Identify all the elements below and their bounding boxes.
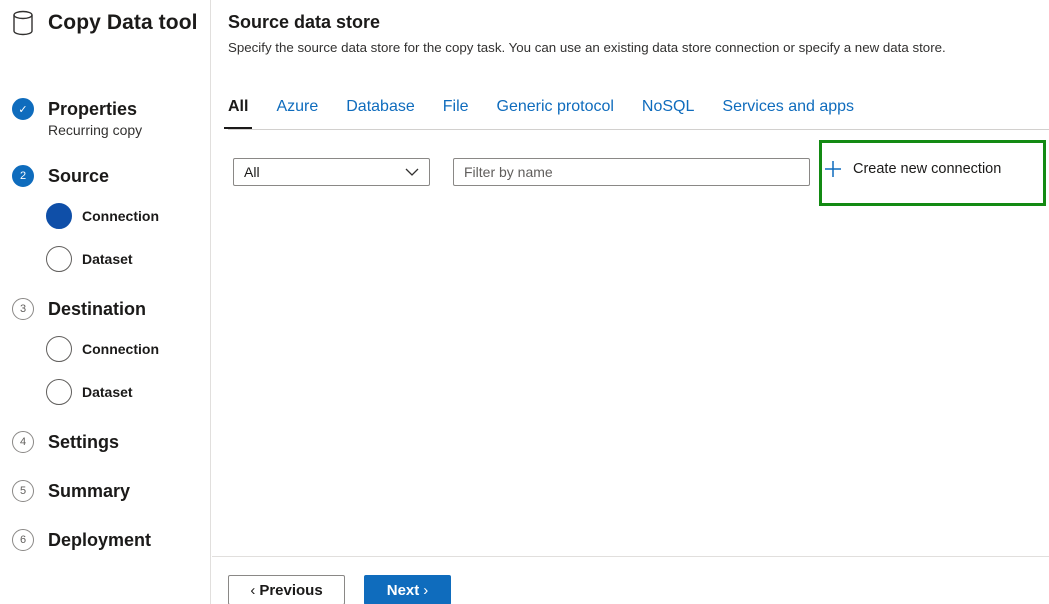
substep-source-dataset[interactable]: Dataset bbox=[46, 246, 133, 272]
type-select[interactable]: All bbox=[233, 158, 430, 186]
chevron-right-icon: › bbox=[423, 581, 429, 599]
app-title-text: Copy Data tool bbox=[48, 11, 198, 34]
database-icon bbox=[13, 10, 33, 36]
step-settings[interactable]: 4 Settings bbox=[12, 431, 119, 453]
progress-dot-icon bbox=[46, 379, 72, 405]
wizard-steps-panel: Copy Data tool ✓ Properties Recurring co… bbox=[0, 0, 211, 604]
step-properties[interactable]: ✓ Properties bbox=[12, 98, 137, 120]
substep-source-connection[interactable]: Connection bbox=[46, 203, 159, 229]
tab-azure[interactable]: Azure bbox=[276, 96, 318, 129]
tab-file[interactable]: File bbox=[443, 96, 469, 129]
category-tabs: All Azure Database File Generic protocol… bbox=[223, 96, 1049, 130]
tab-all[interactable]: All bbox=[223, 96, 254, 129]
next-button[interactable]: Next › bbox=[364, 575, 451, 604]
next-label: Next bbox=[386, 581, 420, 599]
app-title: Copy Data tool bbox=[12, 10, 198, 36]
step-label: Properties bbox=[48, 98, 138, 119]
substep-label: Dataset bbox=[82, 384, 133, 400]
tab-services-and-apps[interactable]: Services and apps bbox=[722, 96, 854, 129]
substep-label: Dataset bbox=[82, 251, 133, 267]
tab-nosql[interactable]: NoSQL bbox=[642, 96, 694, 129]
tab-generic-protocol[interactable]: Generic protocol bbox=[497, 96, 614, 129]
step-summary[interactable]: 5 Summary bbox=[12, 480, 130, 502]
type-select-value: All bbox=[244, 164, 260, 180]
step-source[interactable]: 2 Source bbox=[12, 165, 109, 187]
previous-button[interactable]: ‹ Previous bbox=[228, 575, 345, 604]
create-new-connection-button[interactable]: Create new connection bbox=[824, 160, 1001, 178]
check-icon: ✓ bbox=[12, 98, 34, 120]
previous-label: Previous bbox=[259, 581, 323, 599]
chevron-left-icon: ‹ bbox=[250, 581, 256, 599]
page-description: Specify the source data store for the co… bbox=[228, 40, 946, 55]
step-properties-subtitle: Recurring copy bbox=[48, 122, 143, 138]
substep-destination-dataset[interactable]: Dataset bbox=[46, 379, 133, 405]
filter-input[interactable] bbox=[453, 158, 810, 186]
step-deployment[interactable]: 6 Deployment bbox=[12, 529, 151, 551]
step-number: 2 bbox=[12, 165, 34, 187]
step-number: 4 bbox=[12, 431, 34, 453]
substep-label: Connection bbox=[82, 208, 159, 224]
page-title: Source data store bbox=[228, 12, 381, 32]
footer: ‹ Previous Next › bbox=[212, 556, 1049, 604]
step-destination[interactable]: 3 Destination bbox=[12, 298, 146, 320]
step-label: Summary bbox=[48, 480, 131, 501]
step-label: Source bbox=[48, 165, 110, 186]
substep-label: Connection bbox=[82, 341, 159, 357]
step-number: 5 bbox=[12, 480, 34, 502]
progress-dot-icon bbox=[46, 246, 72, 272]
substep-destination-connection[interactable]: Connection bbox=[46, 336, 159, 362]
progress-dot-icon bbox=[46, 336, 72, 362]
main-content: Source data store Specify the source dat… bbox=[212, 0, 1049, 604]
progress-dot-icon bbox=[46, 203, 72, 229]
step-label: Deployment bbox=[48, 529, 152, 550]
create-new-connection-label: Create new connection bbox=[853, 161, 1002, 177]
tab-database[interactable]: Database bbox=[346, 96, 415, 129]
step-label: Destination bbox=[48, 298, 147, 319]
chevron-down-icon bbox=[405, 168, 419, 176]
plus-icon bbox=[825, 161, 841, 177]
step-number: 3 bbox=[12, 298, 34, 320]
step-label: Settings bbox=[48, 431, 120, 452]
step-number: 6 bbox=[12, 529, 34, 551]
